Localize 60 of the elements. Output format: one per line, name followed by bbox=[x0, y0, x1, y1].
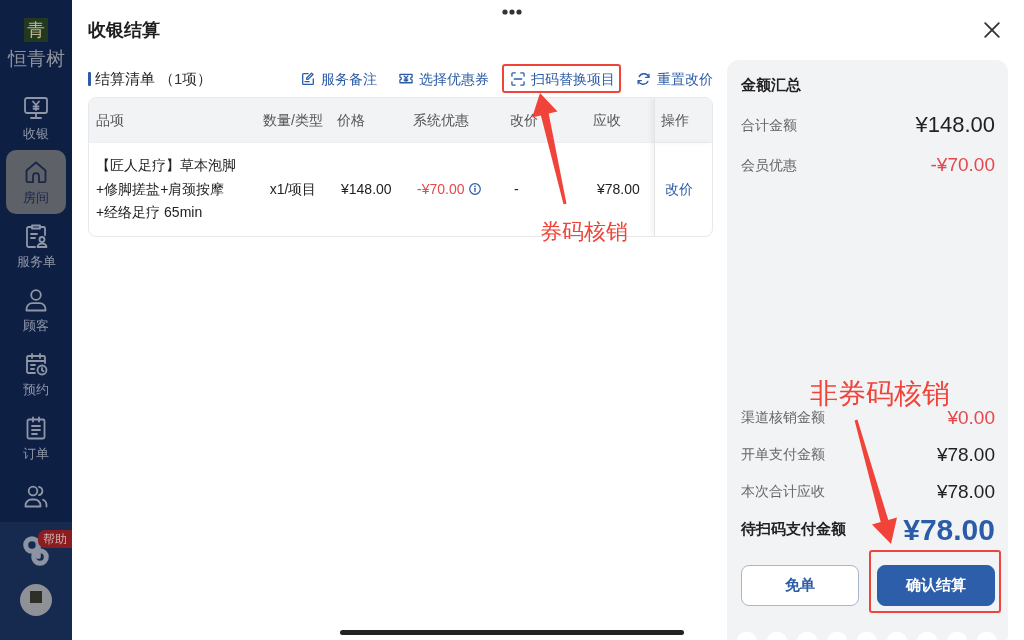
avatar-icon[interactable] bbox=[20, 584, 52, 616]
amount-value: ¥78.00 bbox=[936, 479, 995, 504]
column-header: 数量/类型 bbox=[255, 98, 331, 143]
table-cell-text: 【匠人足疗】草本泡脚+修脚搓盐+肩颈按摩+经络足疗 65min bbox=[96, 156, 237, 223]
amount-label: 合计金额 bbox=[741, 115, 797, 135]
note-edit-icon bbox=[301, 71, 315, 86]
amount-label: 会员优惠 bbox=[741, 155, 797, 175]
calendar-clock-icon bbox=[23, 351, 49, 377]
scan-frame-icon bbox=[511, 71, 525, 86]
amount-value: ¥0.00 bbox=[947, 406, 995, 430]
amount-label: 渠道核销金额 bbox=[741, 408, 825, 427]
amount-value: ¥78.00 bbox=[936, 442, 995, 467]
table-cell: x1/项目 bbox=[269, 181, 317, 197]
amount-label: 开单支付金额 bbox=[741, 445, 825, 464]
brand-name: 恒青树 bbox=[7, 47, 65, 69]
two-people-icon bbox=[23, 483, 49, 509]
sidebar-item[interactable]: 顾客 bbox=[6, 278, 66, 342]
amount-value: ¥148.00 bbox=[915, 112, 995, 138]
summary-title: 金额汇总 bbox=[741, 75, 802, 95]
table-cell: ¥78.00 bbox=[597, 181, 640, 197]
dialog-title: 收银结算 bbox=[88, 19, 160, 42]
column-header: 品项 bbox=[89, 98, 255, 143]
column-header: 价格 bbox=[331, 98, 407, 143]
scan-replace-button[interactable]: 扫码替换项目 bbox=[511, 68, 615, 89]
confirm-settlement-button[interactable]: 确认结算 bbox=[877, 565, 995, 606]
service-note-button[interactable]: 服务备注 bbox=[301, 68, 377, 89]
monitor-yen-icon bbox=[23, 95, 49, 121]
amount-label: 本次合计应收 bbox=[741, 482, 825, 501]
discount-amount: -¥70.00 bbox=[417, 181, 465, 197]
house-icon bbox=[23, 159, 49, 185]
total-label: 待扫码支付金额 bbox=[741, 519, 846, 540]
table-cell: - bbox=[514, 181, 519, 197]
section-title: 结算清单 bbox=[95, 68, 155, 89]
adjust-price-link[interactable]: 改价 bbox=[665, 181, 693, 197]
amount-value: -¥70.00 bbox=[930, 153, 995, 177]
sidebar-item[interactable]: 服务单 bbox=[6, 214, 66, 278]
total-amount: ¥78.00 bbox=[903, 512, 995, 547]
annotation-label: 非券码核销 bbox=[810, 378, 950, 410]
clipboard-person-icon bbox=[23, 223, 49, 249]
reset-price-button[interactable]: 重置改价 bbox=[637, 68, 713, 89]
info-icon[interactable] bbox=[469, 183, 482, 195]
close-icon[interactable] bbox=[984, 22, 1000, 38]
coupon-button[interactable]: 选择优惠券 bbox=[399, 68, 489, 89]
sidebar-item[interactable]: 收银 bbox=[6, 86, 66, 150]
column-header: 应收 bbox=[587, 98, 654, 143]
column-header: 系统优惠 bbox=[407, 98, 504, 143]
ticket-yen-icon bbox=[399, 71, 413, 86]
sidebar-item[interactable]: 预约 bbox=[6, 342, 66, 406]
logo-mark: 青 bbox=[24, 18, 48, 42]
column-header: 操作 bbox=[654, 98, 712, 143]
drag-handle-icon[interactable] bbox=[502, 9, 522, 15]
refresh-icon bbox=[637, 71, 651, 86]
person-icon bbox=[23, 287, 49, 313]
sidebar-item[interactable]: 订单 bbox=[6, 406, 66, 470]
annotation-label: 券码核销 bbox=[540, 219, 628, 245]
help-badge: 帮助 bbox=[38, 530, 72, 548]
section-accent-bar bbox=[88, 71, 91, 86]
free-order-button[interactable]: 免单 bbox=[741, 565, 859, 606]
table-cell: ¥148.00 bbox=[341, 181, 392, 197]
item-count: （1项） bbox=[159, 68, 213, 89]
